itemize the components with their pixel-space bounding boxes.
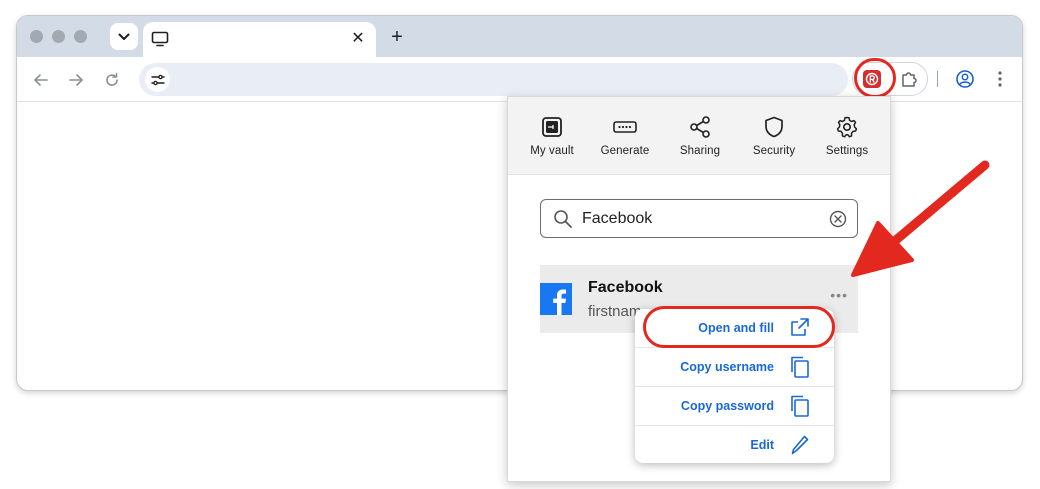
nav-my-vault[interactable]: My vault bbox=[515, 114, 589, 164]
tab-strip: ✕ + bbox=[17, 16, 1022, 58]
search-input[interactable]: Facebook bbox=[540, 199, 858, 238]
tab-search-button[interactable] bbox=[110, 23, 138, 50]
tab-close-button[interactable]: ✕ bbox=[348, 29, 368, 49]
popup-nav: My vault Generate Sharing Security Setti… bbox=[508, 97, 890, 175]
new-tab-button[interactable]: + bbox=[385, 25, 409, 49]
annotation-highlight-extension bbox=[854, 58, 896, 98]
chevron-down-icon bbox=[118, 33, 130, 40]
back-button[interactable] bbox=[30, 69, 52, 91]
monitor-icon bbox=[151, 31, 169, 47]
forward-button[interactable] bbox=[65, 69, 87, 91]
result-username: firstnam bbox=[588, 303, 642, 320]
minimize-window-button[interactable] bbox=[52, 30, 65, 43]
more-menu-icon[interactable] bbox=[992, 69, 1008, 89]
password-generator-icon bbox=[613, 121, 637, 133]
reload-icon bbox=[106, 72, 118, 86]
pencil-icon bbox=[791, 435, 809, 455]
menu-item-label: Copy password bbox=[680, 399, 774, 413]
shield-icon bbox=[765, 116, 783, 138]
nav-my-vault-label: My vault bbox=[530, 145, 574, 157]
stage: ✕ + My vault Generate Sharing Security S… bbox=[0, 0, 1040, 489]
annotation-arrow-icon bbox=[851, 160, 990, 277]
gear-icon bbox=[836, 116, 858, 138]
browser-tab[interactable]: ✕ bbox=[143, 22, 376, 58]
reload-button[interactable] bbox=[101, 69, 123, 91]
toolbar-divider bbox=[937, 71, 938, 87]
nav-generate-label: Generate bbox=[600, 145, 650, 157]
close-window-button[interactable] bbox=[30, 30, 43, 43]
nav-settings-label: Settings bbox=[825, 145, 869, 157]
tune-icon bbox=[150, 74, 165, 85]
menu-item-copy-password[interactable]: Copy password bbox=[635, 386, 834, 425]
annotation-highlight-open-and-fill bbox=[643, 306, 835, 348]
menu-item-copy-username[interactable]: Copy username bbox=[635, 347, 834, 386]
menu-item-label: Edit bbox=[750, 438, 774, 452]
nav-security[interactable]: Security bbox=[737, 114, 811, 164]
puzzle-icon[interactable] bbox=[899, 69, 919, 89]
nav-settings[interactable]: Settings bbox=[810, 114, 884, 164]
arrow-right-icon bbox=[69, 74, 83, 86]
nav-sharing[interactable]: Sharing bbox=[663, 114, 737, 164]
maximize-window-button[interactable] bbox=[74, 30, 87, 43]
search-icon bbox=[554, 210, 572, 228]
copy-icon bbox=[791, 356, 809, 378]
address-bar[interactable] bbox=[139, 63, 848, 96]
search-value: Facebook bbox=[582, 210, 653, 227]
arrow-left-icon bbox=[34, 74, 48, 86]
nav-sharing-label: Sharing bbox=[679, 145, 721, 157]
vault-icon bbox=[542, 117, 562, 137]
menu-item-edit[interactable]: Edit bbox=[635, 425, 834, 464]
profile-icon[interactable] bbox=[955, 69, 975, 89]
nav-security-label: Security bbox=[752, 145, 796, 157]
facebook-logo-icon bbox=[540, 283, 572, 315]
site-info-button[interactable] bbox=[145, 67, 170, 92]
nav-generate[interactable]: Generate bbox=[588, 114, 662, 164]
menu-item-label: Copy username bbox=[680, 360, 774, 374]
share-icon bbox=[690, 116, 710, 138]
result-title: Facebook bbox=[588, 279, 663, 296]
copy-icon bbox=[791, 395, 809, 417]
